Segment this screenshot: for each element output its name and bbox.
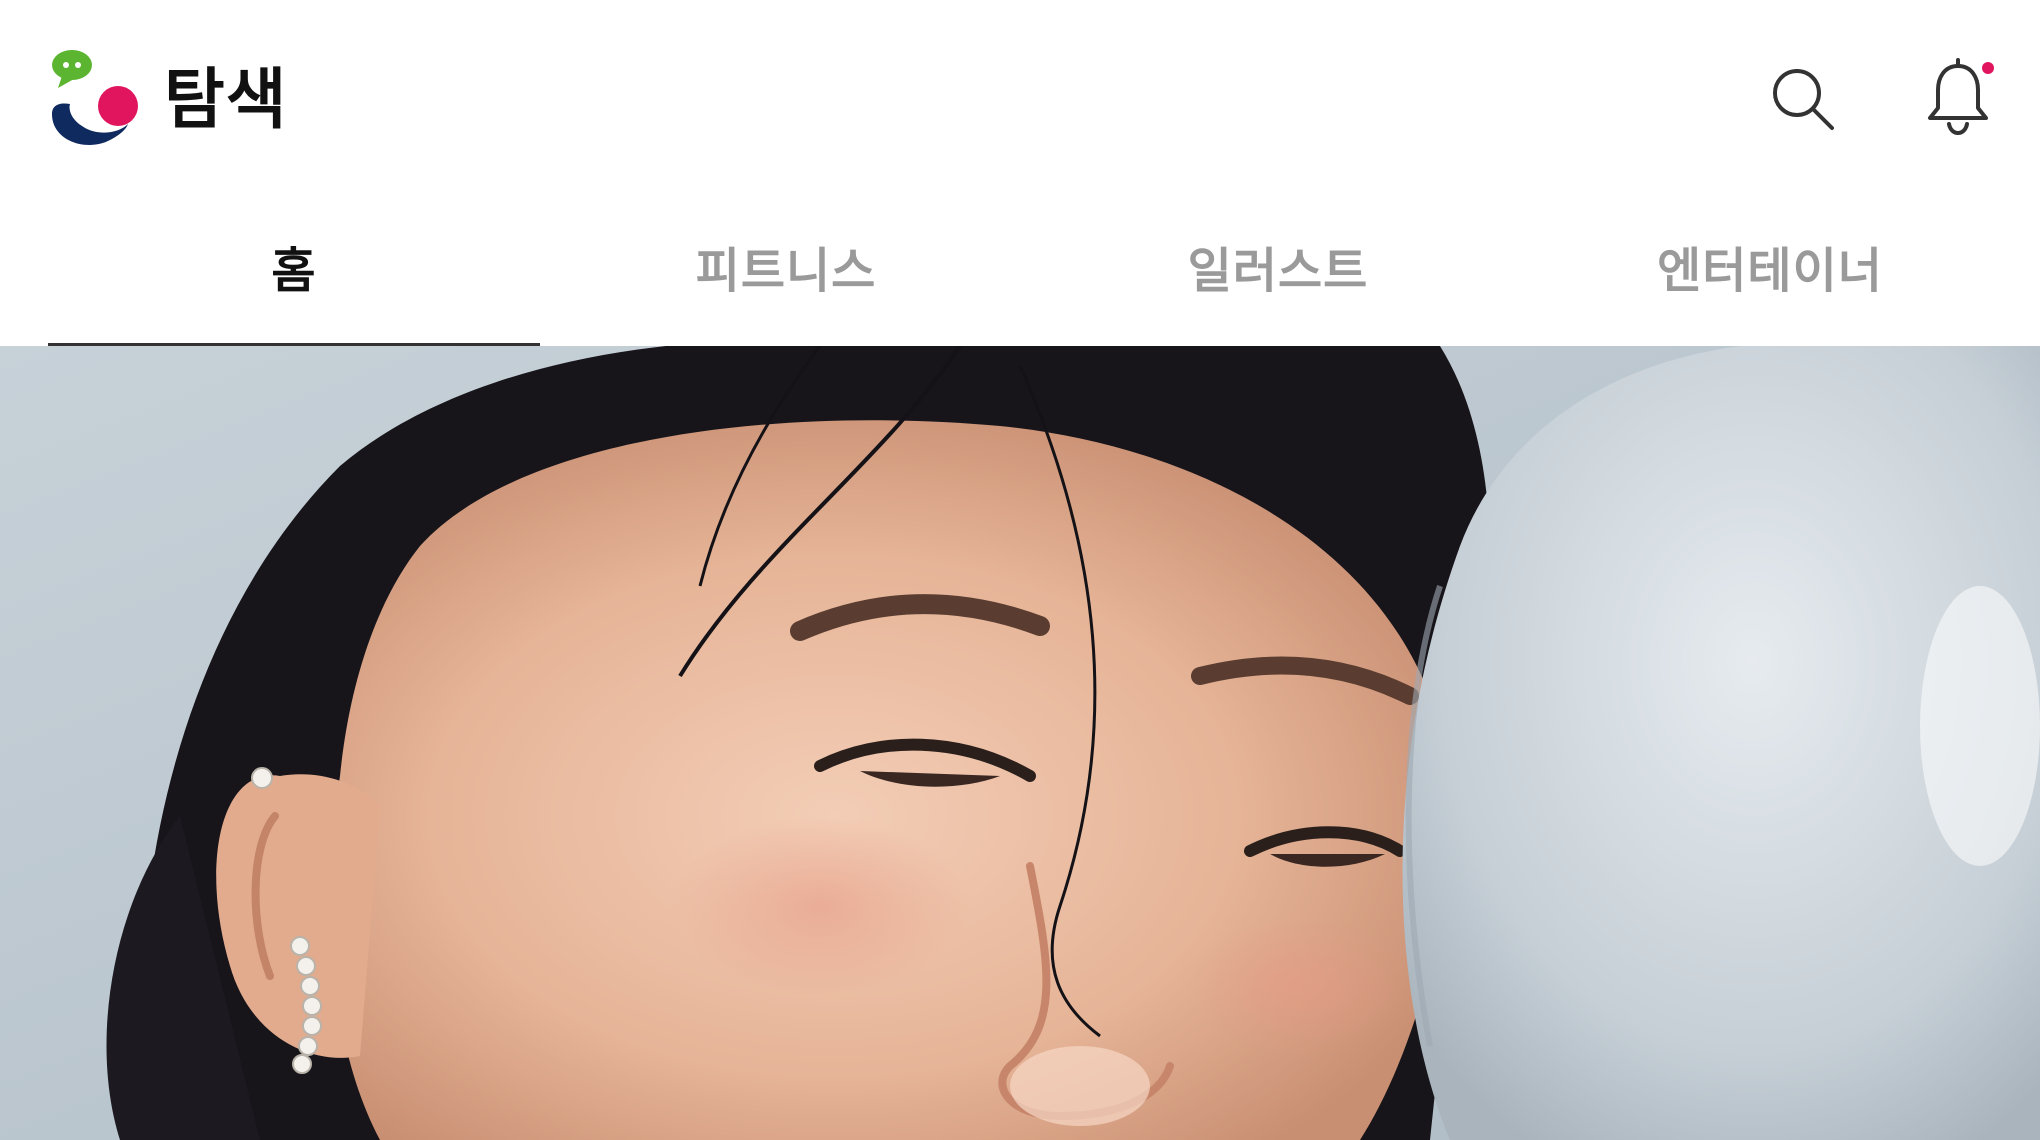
category-tabs: 홈 피트니스 일러스트 엔터테이너 [48,200,2016,346]
search-icon [1773,69,1834,130]
notification-dot-icon [1982,62,1994,74]
tab-illustration[interactable]: 일러스트 [1032,200,1524,346]
hero-photo-image [0,346,2040,1140]
app-screen: 탐색 홈 피트니스 일러스트 엔터테이너 [0,0,2040,1140]
tab-fitness[interactable]: 피트니스 [540,200,1032,346]
notification-button[interactable] [1920,58,2000,138]
tab-home[interactable]: 홈 [48,200,540,346]
app-logo-icon [52,50,138,145]
bell-icon [1928,58,1994,136]
hero-banner[interactable] [0,346,2040,1140]
brand: 탐색 [48,48,287,152]
top-header: 탐색 [0,0,2040,200]
page-title: 탐색 [164,61,288,138]
tab-entertainer[interactable]: 엔터테이너 [1524,200,2016,346]
search-button[interactable] [1762,58,1842,138]
